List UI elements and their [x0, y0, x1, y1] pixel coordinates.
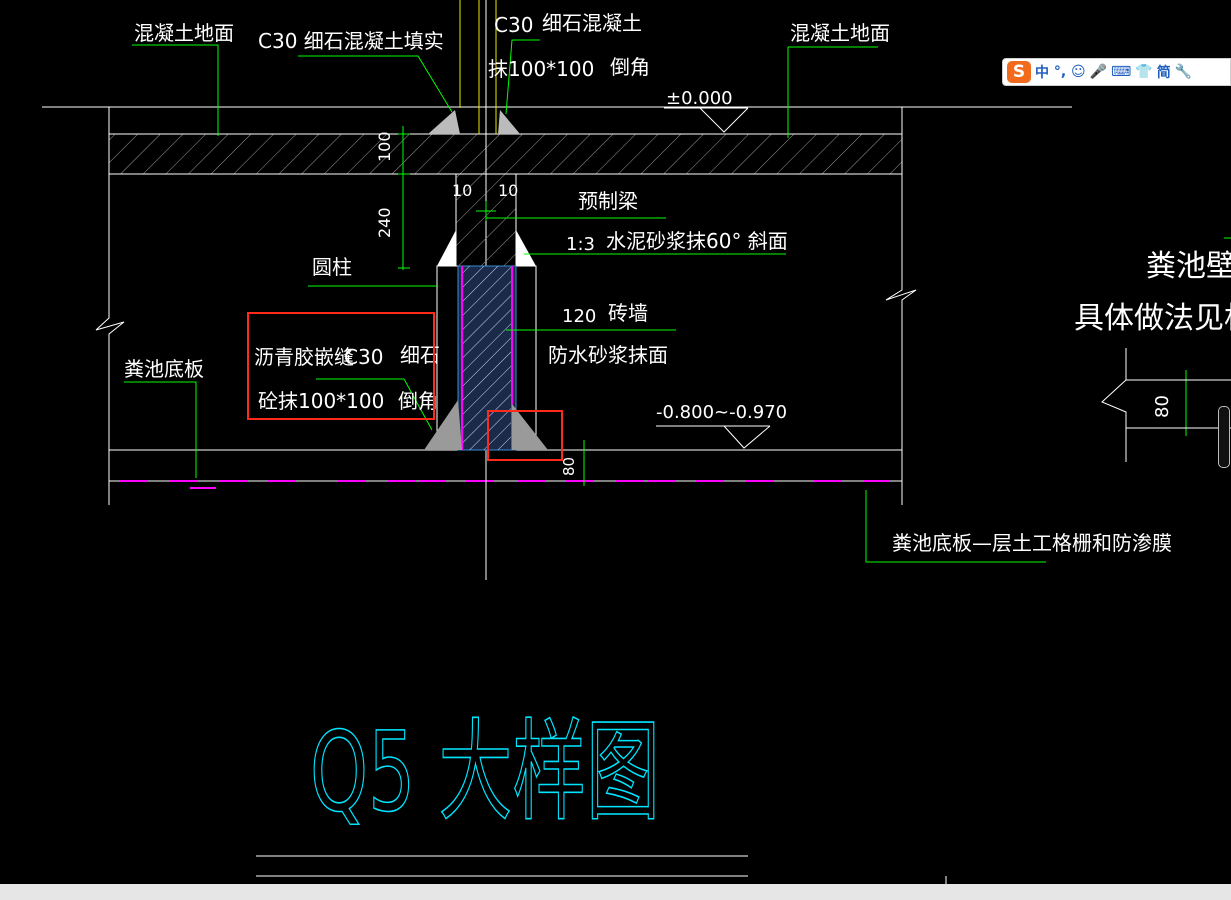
ground-left-label: 混凝土地面	[134, 21, 234, 45]
elevation-bottom-label: -0.800~-0.970	[656, 402, 787, 423]
mortar-slope-right	[516, 230, 536, 266]
status-bar	[0, 884, 1231, 900]
sogou-logo-icon[interactable]: S	[1007, 61, 1031, 83]
leader-lines	[124, 39, 1231, 563]
chamfer-bottom-label: 倒角	[398, 389, 438, 413]
drawing-title: Q5 大样图	[310, 708, 660, 836]
dim-240-label: 240	[375, 207, 394, 238]
c30-bottom-label: C30	[344, 345, 383, 369]
dim-80-right-label: 80	[1152, 395, 1173, 418]
settings-icon[interactable]: 🔧	[1175, 62, 1192, 82]
concrete-slab	[108, 133, 903, 175]
keyboard-icon[interactable]: ⌨	[1111, 62, 1131, 82]
fine-stone-concrete-label: 细石混凝土	[542, 11, 642, 35]
brick-wall-label: 砖墙	[608, 301, 648, 325]
mortar-slope-left	[437, 230, 456, 266]
top-chamfer-left	[428, 110, 460, 134]
tank-wall-label: 粪池壁	[1146, 249, 1231, 284]
dim-10-right-label: 10	[498, 181, 518, 200]
see-relevant-method-label: 具体做法见相	[1074, 301, 1231, 336]
skin-icon[interactable]: 👕	[1135, 62, 1152, 82]
geogrid-membrane-note: 粪池底板—层土工格栅和防渗膜	[892, 531, 1172, 555]
mortar-ratio-label: 1:3	[566, 234, 595, 255]
ime-toolbar[interactable]: S 中 °, ☺ 🎤 ⌨ 👕 简 🔧	[1002, 58, 1231, 86]
vertical-scroll-handle[interactable]	[1218, 406, 1230, 468]
ime-mode-button[interactable]: 中	[1035, 62, 1049, 82]
geogrid-membrane	[120, 480, 890, 489]
brick-wall-120-label: 120	[562, 306, 596, 327]
waterproof-mortar-label: 防水砂浆抹面	[548, 343, 668, 367]
c30-fill-left-label: C30 细石混凝土填实	[258, 29, 444, 53]
dim-100-label: 100	[375, 131, 394, 162]
cement-mortar-slope-label: 水泥砂浆抹60° 斜面	[606, 229, 788, 253]
punctuation-button[interactable]: °,	[1053, 62, 1067, 82]
dim-10-left-label: 10	[452, 181, 472, 200]
precast-beam-label: 预制梁	[578, 189, 638, 213]
ground-right-label: 混凝土地面	[790, 21, 890, 45]
top-chamfer-right	[498, 110, 520, 134]
asphalt-joint-label: 沥青胶嵌缝	[254, 345, 354, 369]
elevation-marker-bottom	[656, 425, 771, 449]
concrete-plaster-label: 砼抹100*100	[258, 389, 384, 413]
voice-icon[interactable]: 🎤	[1090, 62, 1107, 82]
emoji-icon[interactable]: ☺	[1071, 62, 1086, 82]
cad-drawing[interactable]: 混凝土地面 C30 细石混凝土填实 C30 细石混凝土 抹100*100 倒角 …	[0, 0, 1231, 900]
c30-top-label: C30	[494, 13, 533, 37]
plaster-100x100-label: 抹100*100	[488, 57, 594, 81]
tank-bottom-slab-label: 粪池底板	[124, 357, 204, 381]
simplified-button[interactable]: 简	[1157, 62, 1171, 82]
elevation-zero-label: ±0.000	[666, 88, 733, 109]
round-column-label: 圆柱	[312, 255, 352, 279]
chamfer-top-label: 倒角	[610, 55, 650, 79]
elevation-marker-top	[664, 107, 749, 133]
